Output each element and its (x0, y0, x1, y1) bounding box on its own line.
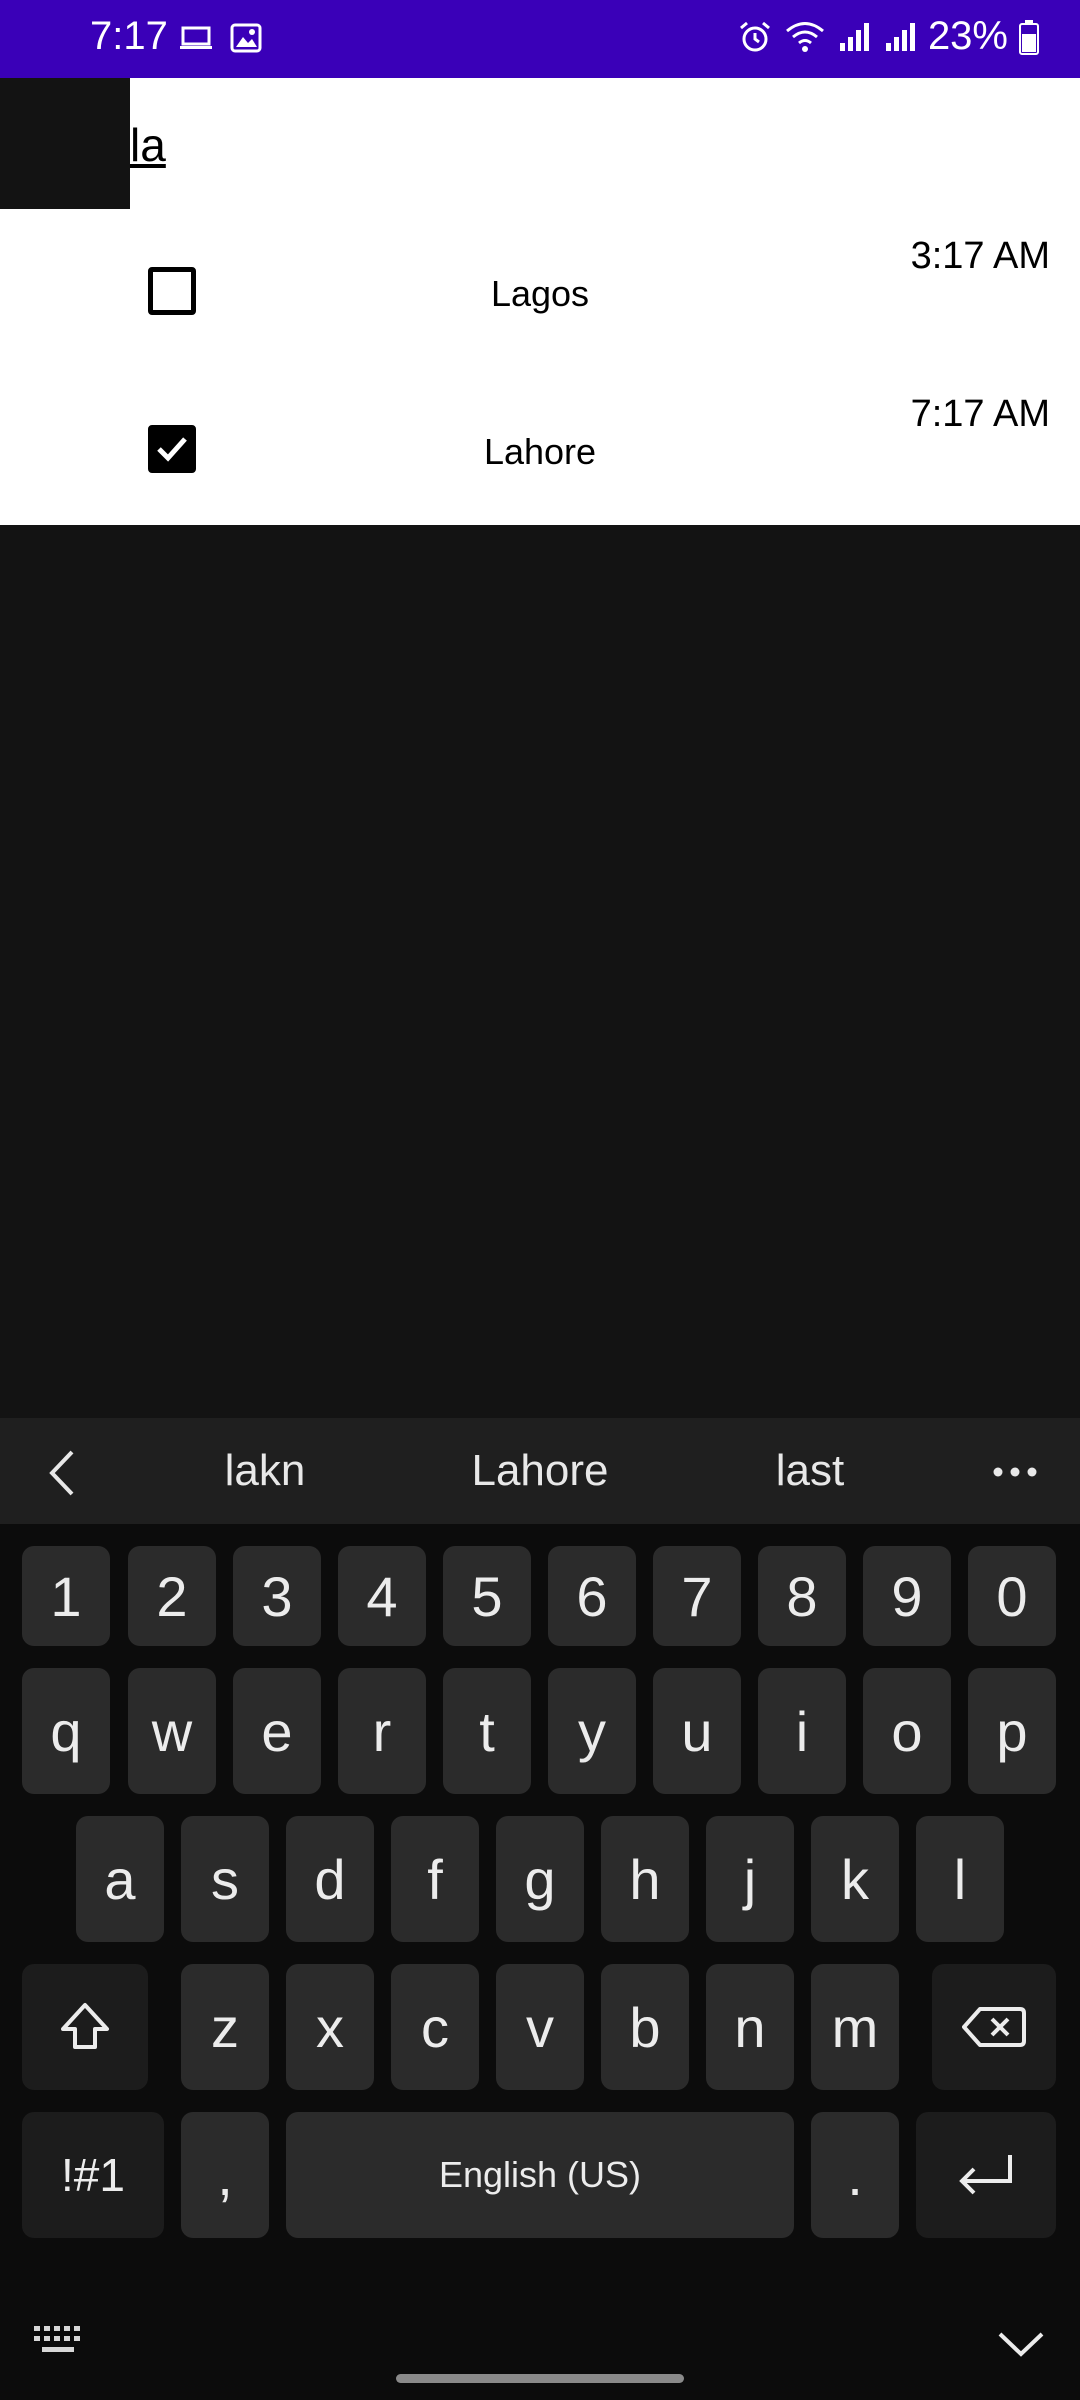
search-query-field[interactable]: la (130, 118, 166, 172)
key-p[interactable]: p (968, 1668, 1056, 1794)
suggestion-item[interactable]: lakn (160, 1418, 370, 1524)
signal-icon (839, 22, 869, 51)
navigation-handle[interactable] (396, 2374, 684, 2383)
backspace-key[interactable] (932, 1964, 1056, 2090)
keyboard-icon[interactable] (32, 2322, 86, 2358)
key-5[interactable]: 5 (443, 1546, 531, 1646)
status-time: 7:17 (90, 14, 168, 58)
key-l[interactable]: l (916, 1816, 1004, 1942)
key-d[interactable]: d (286, 1816, 374, 1942)
key-7[interactable]: 7 (653, 1546, 741, 1646)
image-icon (230, 23, 262, 53)
key-k[interactable]: k (811, 1816, 899, 1942)
back-button[interactable] (0, 78, 130, 209)
suggestion-bar: lakn Lahore last (0, 1418, 1080, 1524)
key-s[interactable]: s (181, 1816, 269, 1942)
enter-key[interactable] (916, 2112, 1056, 2238)
key-2[interactable]: 2 (128, 1546, 216, 1646)
key-0[interactable]: 0 (968, 1546, 1056, 1646)
shift-key[interactable] (22, 1964, 148, 2090)
key-w[interactable]: w (128, 1668, 216, 1794)
status-left-icons (178, 20, 264, 56)
wifi-icon (785, 21, 824, 52)
key-h[interactable]: h (601, 1816, 689, 1942)
key-u[interactable]: u (653, 1668, 741, 1794)
list-item[interactable]: Lagos 3:17 AM (0, 209, 1080, 367)
key-4[interactable]: 4 (338, 1546, 426, 1646)
key-1[interactable]: 1 (22, 1546, 110, 1646)
status-right-icons: 23% (736, 14, 1040, 59)
city-name: Lagos (490, 273, 590, 314)
key-o[interactable]: o (863, 1668, 951, 1794)
key-v[interactable]: v (496, 1964, 584, 2090)
key-r[interactable]: r (338, 1668, 426, 1794)
key-z[interactable]: z (181, 1964, 269, 2090)
city-name: Lahore (483, 431, 597, 472)
backspace-icon (962, 2007, 1026, 2047)
key-b[interactable]: b (601, 1964, 689, 2090)
city-time: 7:17 AM (910, 393, 1050, 435)
battery-percent: 23% (927, 14, 1008, 58)
key-f[interactable]: f (391, 1816, 479, 1942)
battery-icon (1019, 19, 1039, 55)
laptop-icon (180, 26, 212, 49)
comma-key[interactable]: , (181, 2112, 269, 2238)
key-6[interactable]: 6 (548, 1546, 636, 1646)
status-bar: 7:17 23% (0, 0, 1080, 78)
key-8[interactable]: 8 (758, 1546, 846, 1646)
key-n[interactable]: n (706, 1964, 794, 2090)
key-q[interactable]: q (22, 1668, 110, 1794)
key-g[interactable]: g (496, 1816, 584, 1942)
key-c[interactable]: c (391, 1964, 479, 2090)
key-t[interactable]: t (443, 1668, 531, 1794)
more-options-icon[interactable] (990, 1462, 1040, 1482)
key-y[interactable]: y (548, 1668, 636, 1794)
enter-icon (959, 2155, 1012, 2195)
key-e[interactable]: e (233, 1668, 321, 1794)
suggestion-item[interactable]: Lahore (430, 1418, 650, 1524)
shift-icon (61, 2003, 109, 2049)
key-9[interactable]: 9 (863, 1546, 951, 1646)
alarm-icon (739, 21, 770, 51)
period-key[interactable]: . (811, 2112, 899, 2238)
keyboard: 1 2 3 4 5 6 7 8 9 0 q w e r t y u i o p … (0, 1524, 1080, 2400)
symbols-key[interactable]: !#1 (22, 2112, 164, 2238)
city-time: 3:17 AM (910, 235, 1050, 277)
app-content: la Lagos 3:17 AM Lahore 7:17 AM (0, 78, 1080, 525)
space-key[interactable]: English (US) (286, 2112, 794, 2238)
chevron-left-icon[interactable] (44, 1448, 78, 1498)
key-m[interactable]: m (811, 1964, 899, 2090)
key-j[interactable]: j (706, 1816, 794, 1942)
key-x[interactable]: x (286, 1964, 374, 2090)
key-i[interactable]: i (758, 1668, 846, 1794)
suggestion-item[interactable]: last (710, 1418, 910, 1524)
key-3[interactable]: 3 (233, 1546, 321, 1646)
chevron-down-icon[interactable] (996, 2328, 1046, 2358)
signal-icon (885, 22, 915, 51)
key-a[interactable]: a (76, 1816, 164, 1942)
list-item[interactable]: Lahore 7:17 AM (0, 367, 1080, 525)
